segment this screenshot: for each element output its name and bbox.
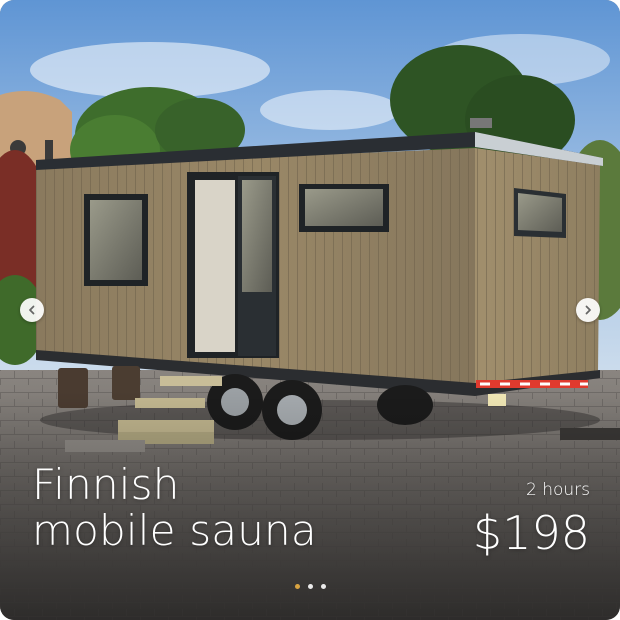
session-duration: 2 hours — [525, 480, 590, 500]
chevron-left-icon — [29, 305, 35, 315]
previous-slide-button[interactable] — [20, 298, 44, 322]
pagination-dot-2[interactable] — [307, 584, 313, 589]
next-slide-button[interactable] — [576, 298, 600, 322]
pagination-dot-3[interactable] — [320, 584, 326, 589]
service-title: Finnish mobile sauna — [32, 462, 317, 554]
service-title-line-1: Finnish — [32, 460, 180, 509]
service-title-line-2: mobile sauna — [32, 506, 317, 555]
carousel-pagination — [0, 584, 620, 589]
chevron-right-icon — [585, 305, 591, 315]
pagination-dot-1[interactable] — [294, 584, 300, 589]
session-price: $198 — [472, 506, 590, 560]
product-card[interactable]: Finnish mobile sauna 2 hours $198 — [0, 0, 620, 620]
